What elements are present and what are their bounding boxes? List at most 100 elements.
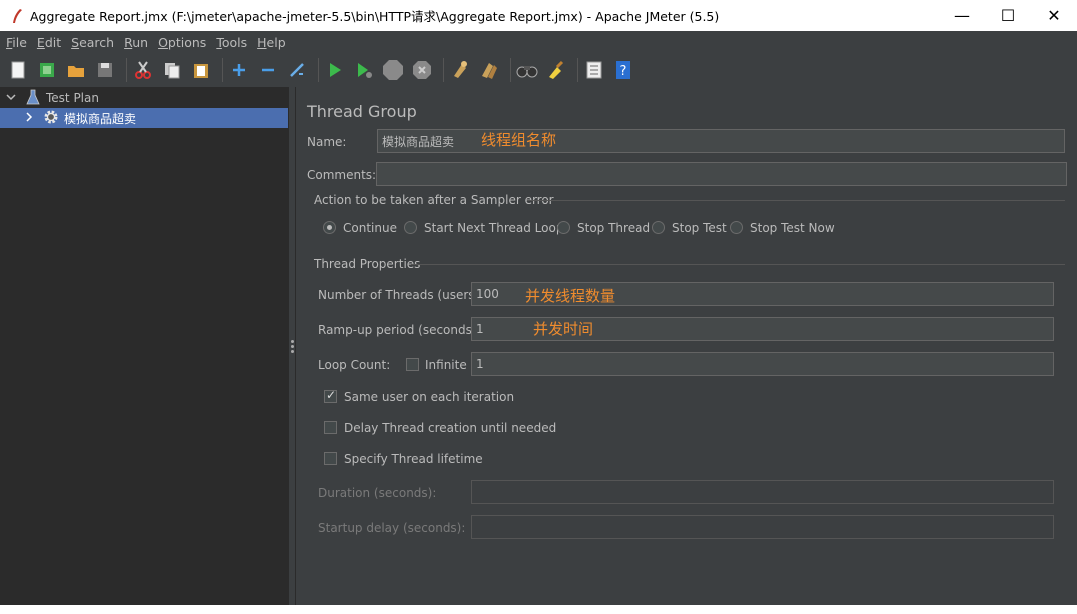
radio-stop-test[interactable]: [652, 221, 665, 234]
delay-thread-checkbox[interactable]: [324, 421, 337, 434]
menu-search-label: earch: [79, 34, 115, 50]
startup-delay-label: Startup delay (seconds):: [318, 521, 466, 535]
clear-all-icon[interactable]: [477, 58, 501, 82]
name-annotation: 线程组名称: [481, 131, 557, 149]
gear-icon: [42, 108, 60, 129]
stop-icon[interactable]: [381, 58, 405, 82]
menu-options-mnemonic: O: [158, 34, 168, 50]
help-icon[interactable]: ?: [611, 58, 635, 82]
menu-run[interactable]: Run: [120, 35, 154, 50]
menu-run-mnemonic: R: [124, 34, 133, 50]
threads-annotation: 并发线程数量: [525, 287, 616, 305]
sampler-error-section-title: Action to be taken after a Sampler error: [314, 193, 554, 207]
expand-icon[interactable]: [227, 58, 251, 82]
menu-run-label: un: [132, 34, 149, 50]
thread-lifetime-checkbox[interactable]: [324, 452, 337, 465]
test-plan-tree: Test Plan 模拟商品超卖: [0, 87, 288, 605]
search-icon[interactable]: [515, 58, 539, 82]
comments-label: Comments:: [307, 168, 377, 182]
menu-search-mnemonic: S: [71, 34, 80, 50]
splitter-grip[interactable]: [291, 340, 294, 353]
rampup-label: Ramp-up period (seconds):: [318, 323, 481, 337]
section-divider: [411, 264, 1065, 265]
threads-field-value: 100: [476, 287, 499, 301]
reset-search-icon[interactable]: [544, 58, 568, 82]
page-title: Thread Group: [307, 102, 417, 121]
svg-text:?: ?: [620, 64, 627, 79]
infinite-label: Infinite: [425, 358, 467, 372]
jmeter-feather-icon: [8, 7, 26, 25]
menu-search[interactable]: Search: [67, 35, 120, 50]
radio-continue[interactable]: [323, 221, 336, 234]
minimize-button[interactable]: —: [939, 0, 985, 31]
section-divider: [527, 200, 1065, 201]
panel-splitter[interactable]: [288, 87, 296, 605]
menu-tools[interactable]: Tools: [212, 35, 253, 50]
menu-help[interactable]: Help: [253, 35, 292, 50]
clear-icon[interactable]: [448, 58, 472, 82]
cut-icon[interactable]: [131, 58, 155, 82]
infinite-checkbox[interactable]: [406, 358, 419, 371]
loop-count-field[interactable]: 1: [471, 352, 1054, 376]
toggle-icon[interactable]: [285, 58, 309, 82]
menu-bar: File Edit Search Run Options Tools Help: [0, 31, 1077, 53]
same-user-label: Same user on each iteration: [344, 390, 515, 404]
function-helper-icon[interactable]: [582, 58, 606, 82]
threads-label: Number of Threads (users):: [318, 288, 484, 302]
menu-file[interactable]: File: [2, 35, 33, 50]
duration-field[interactable]: [471, 480, 1054, 504]
radio-stop-test-label: Stop Test: [672, 221, 727, 235]
name-field-value: 模拟商品超卖: [382, 134, 455, 149]
tree-item-test-plan[interactable]: Test Plan: [0, 88, 288, 108]
close-button[interactable]: ✕: [1031, 0, 1077, 31]
templates-icon[interactable]: [35, 58, 59, 82]
menu-options-label: ptions: [167, 34, 207, 50]
toolbar-separator: [318, 58, 319, 82]
radio-start-next-thread-loop[interactable]: [404, 221, 417, 234]
paste-icon[interactable]: [189, 58, 213, 82]
taskbar-strip: [0, 605, 1077, 614]
radio-stop-thread[interactable]: [557, 221, 570, 234]
loop-count-field-value: 1: [476, 357, 484, 371]
new-icon[interactable]: [6, 58, 30, 82]
start-no-pause-icon[interactable]: [352, 58, 376, 82]
radio-stop-test-now[interactable]: [730, 221, 743, 234]
toolbar-separator: [222, 58, 223, 82]
comments-field[interactable]: [376, 162, 1067, 186]
menu-edit-mnemonic: E: [36, 34, 45, 50]
thread-properties-section-title: Thread Properties: [314, 257, 421, 271]
thread-group-panel: Thread Group Name: 模拟商品超卖 线程组名称 Comments…: [297, 87, 1077, 605]
maximize-button[interactable]: ☐: [985, 0, 1031, 31]
tree-item-thread-group[interactable]: 模拟商品超卖: [0, 108, 288, 128]
menu-options[interactable]: Options: [154, 35, 212, 50]
test-plan-icon: [26, 89, 42, 108]
same-user-checkbox[interactable]: [324, 388, 337, 403]
loop-count-label: Loop Count:: [318, 358, 391, 372]
radio-stop-test-now-label: Stop Test Now: [750, 221, 835, 235]
copy-icon[interactable]: [160, 58, 184, 82]
open-icon[interactable]: [64, 58, 88, 82]
shutdown-icon[interactable]: [410, 58, 434, 82]
start-icon[interactable]: [323, 58, 347, 82]
chevron-right-icon[interactable]: [24, 111, 34, 125]
thread-lifetime-label: Specify Thread lifetime: [344, 452, 483, 466]
startup-delay-field[interactable]: [471, 515, 1054, 539]
duration-label: Duration (seconds):: [318, 486, 437, 500]
collapse-icon[interactable]: [256, 58, 280, 82]
menu-help-label: elp: [266, 34, 286, 50]
window-titlebar: Aggregate Report.jmx (F:\jmeter\apache-j…: [0, 0, 1077, 31]
menu-edit[interactable]: Edit: [33, 35, 67, 50]
delay-thread-label: Delay Thread creation until needed: [344, 421, 557, 435]
toolbar-separator: [510, 58, 511, 82]
tree-item-label: Test Plan: [46, 91, 99, 105]
radio-start-next-thread-loop-label: Start Next Thread Loop: [424, 221, 564, 235]
radio-continue-label: Continue: [343, 221, 397, 235]
toolbar-separator: [126, 58, 127, 82]
chevron-down-icon[interactable]: [6, 91, 16, 105]
menu-help-mnemonic: H: [257, 34, 267, 50]
menu-edit-label: dit: [44, 34, 62, 50]
menu-tools-label: ools: [221, 34, 248, 50]
save-icon[interactable]: [93, 58, 117, 82]
rampup-annotation: 并发时间: [533, 320, 594, 338]
tree-item-label: 模拟商品超卖: [64, 111, 137, 126]
